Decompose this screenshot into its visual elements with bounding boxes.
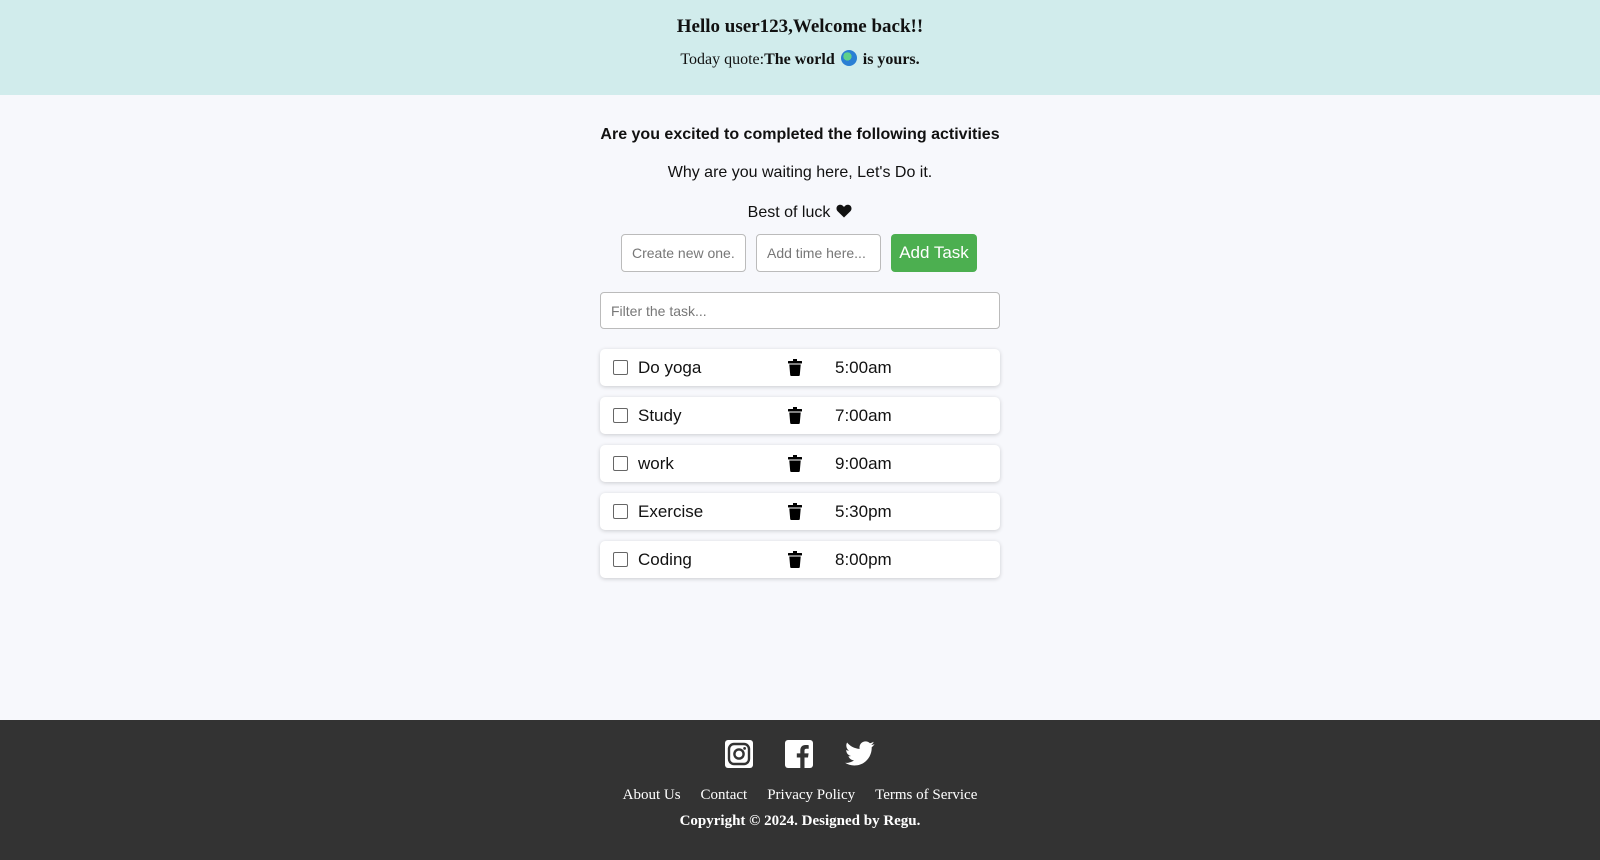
filter-input[interactable] — [600, 292, 1000, 329]
luck-text: Best of luck — [747, 204, 831, 221]
task-name: Study — [638, 406, 682, 425]
quote-prefix: Today quote: — [680, 51, 765, 68]
add-task-button[interactable]: Add Task — [891, 234, 977, 272]
task-item: Study 7:00am — [600, 397, 1000, 434]
quote-text-end: is yours. — [862, 51, 920, 68]
footer: About Us Contact Privacy Policy Terms of… — [0, 720, 1600, 860]
daily-quote: Today quote:The world is yours. — [0, 50, 1600, 69]
add-task-form: Add Task — [621, 234, 977, 272]
privacy-policy-link[interactable]: Privacy Policy — [767, 787, 855, 804]
task-time: 9:00am — [835, 454, 892, 473]
task-time: 5:00am — [835, 358, 892, 377]
trash-icon[interactable] — [788, 407, 802, 424]
new-task-input[interactable] — [621, 234, 746, 272]
task-time-input[interactable] — [756, 234, 881, 272]
task-name: Exercise — [638, 502, 704, 521]
about-us-link[interactable]: About Us — [623, 787, 681, 804]
task-checkbox[interactable] — [613, 504, 628, 519]
trash-icon[interactable] — [788, 503, 802, 520]
header: Hello user123,Welcome back!! Today quote… — [0, 0, 1600, 95]
footer-links: About Us Contact Privacy Policy Terms of… — [0, 787, 1600, 804]
intro-subtitle: Why are you waiting here, Let's Do it. — [667, 164, 933, 181]
globe-icon — [840, 50, 857, 66]
task-checkbox[interactable] — [613, 360, 628, 375]
quote-text-start: The world — [764, 51, 835, 68]
task-item: Exercise 5:30pm — [600, 493, 1000, 530]
intro-title: Are you excited to completed the followi… — [600, 126, 1000, 143]
twitter-icon[interactable] — [845, 740, 875, 768]
task-item: work 9:00am — [600, 445, 1000, 482]
trash-icon[interactable] — [788, 551, 802, 568]
contact-link[interactable]: Contact — [701, 787, 748, 804]
luck-message: Best of luck — [0, 204, 1600, 222]
task-list: Do yoga 5:00am Study 7:00am work 9:00am … — [600, 349, 1000, 589]
facebook-icon[interactable] — [785, 740, 813, 768]
trash-icon[interactable] — [788, 455, 802, 472]
task-time: 7:00am — [835, 406, 892, 425]
task-item: Coding 8:00pm — [600, 541, 1000, 578]
task-name: Do yoga — [638, 358, 702, 377]
trash-icon[interactable] — [788, 359, 802, 376]
welcome-heading: Hello user123,Welcome back!! — [676, 16, 924, 37]
terms-of-service-link[interactable]: Terms of Service — [875, 787, 977, 804]
instagram-icon[interactable] — [725, 740, 753, 768]
task-checkbox[interactable] — [613, 456, 628, 471]
heart-icon — [836, 204, 852, 218]
main-content: Are you excited to completed the followi… — [0, 95, 1600, 720]
task-checkbox[interactable] — [613, 408, 628, 423]
task-name: Coding — [638, 550, 692, 569]
task-checkbox[interactable] — [613, 552, 628, 567]
task-item: Do yoga 5:00am — [600, 349, 1000, 386]
task-time: 8:00pm — [835, 550, 892, 569]
social-links — [0, 740, 1600, 768]
copyright: Copyright © 2024. Designed by Regu. — [679, 813, 921, 829]
task-time: 5:30pm — [835, 502, 892, 521]
task-name: work — [638, 454, 674, 473]
